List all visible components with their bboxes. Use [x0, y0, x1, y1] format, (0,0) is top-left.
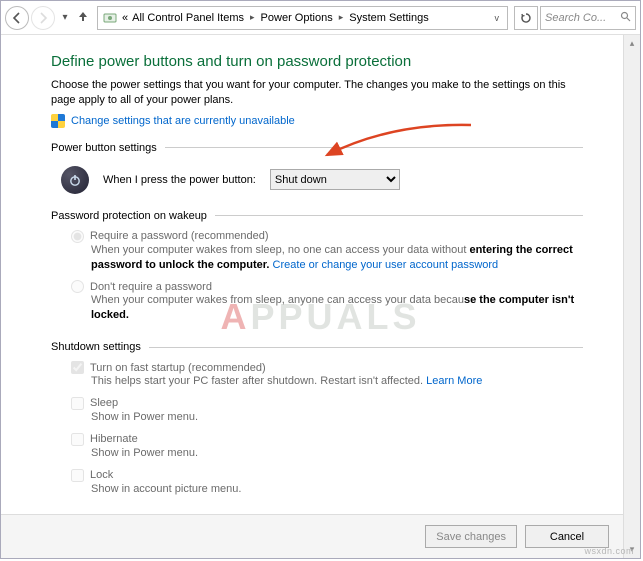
option-label: Lock — [90, 469, 113, 481]
navbar: ▾ « All Control Panel Items ▸ Power Opti… — [1, 1, 640, 35]
option-label: Don't require a password — [90, 281, 212, 293]
search-icon — [620, 11, 631, 25]
up-button[interactable] — [75, 10, 91, 25]
hibernate-checkbox — [71, 433, 84, 446]
section-header-password: Password protection on wakeup — [51, 210, 583, 222]
lock-checkbox — [71, 469, 84, 482]
search-input[interactable]: Search Co... — [540, 6, 636, 30]
chevron-right-icon: ▸ — [248, 12, 257, 23]
save-button[interactable]: Save changes — [425, 525, 517, 548]
page-title: Define power buttons and turn on passwor… — [51, 53, 583, 70]
breadcrumb-item[interactable]: Power Options — [261, 12, 333, 24]
refresh-button[interactable] — [514, 6, 538, 30]
recent-dropdown-icon[interactable]: ▾ — [57, 12, 73, 23]
chevron-right-icon: ▸ — [337, 12, 346, 23]
button-bar: Save changes Cancel — [1, 514, 623, 558]
option-label: Hibernate — [90, 433, 138, 445]
power-button-action-select[interactable]: Shut down — [270, 169, 400, 190]
cancel-button[interactable]: Cancel — [525, 525, 609, 548]
forward-button[interactable] — [31, 6, 55, 30]
breadcrumb-item[interactable]: System Settings — [349, 12, 428, 24]
content-pane: Define power buttons and turn on passwor… — [1, 35, 623, 514]
require-password-radio — [71, 230, 84, 243]
breadcrumb-item[interactable]: All Control Panel Items — [132, 12, 244, 24]
control-panel-icon — [102, 10, 118, 26]
sleep-checkbox — [71, 397, 84, 410]
power-icon — [61, 166, 89, 194]
learn-more-link[interactable]: Learn More — [426, 375, 482, 387]
intro-text: Choose the power settings that you want … — [51, 78, 583, 108]
power-button-label: When I press the power button: — [103, 174, 256, 186]
section-header-power-button: Power button settings — [51, 142, 583, 154]
attribution-text: wsxdn.com — [584, 546, 634, 556]
option-label: Require a password (recommended) — [90, 230, 269, 242]
option-label: Sleep — [90, 397, 118, 409]
uac-shield-icon — [51, 114, 65, 128]
vertical-scrollbar[interactable]: ▴ ▾ — [623, 35, 640, 558]
create-password-link[interactable]: Create or change your user account passw… — [273, 259, 499, 271]
search-placeholder: Search Co... — [545, 12, 606, 24]
section-header-shutdown: Shutdown settings — [51, 341, 583, 353]
fast-startup-checkbox — [71, 361, 84, 374]
change-settings-link[interactable]: Change settings that are currently unava… — [71, 115, 295, 127]
back-button[interactable] — [5, 6, 29, 30]
address-dropdown-icon[interactable]: v — [491, 13, 504, 23]
option-label: Turn on fast startup (recommended) — [90, 362, 266, 374]
no-password-radio — [71, 280, 84, 293]
scroll-up-icon[interactable]: ▴ — [624, 35, 640, 52]
breadcrumb-prefix: « — [122, 12, 128, 24]
address-bar[interactable]: « All Control Panel Items ▸ Power Option… — [97, 6, 508, 30]
